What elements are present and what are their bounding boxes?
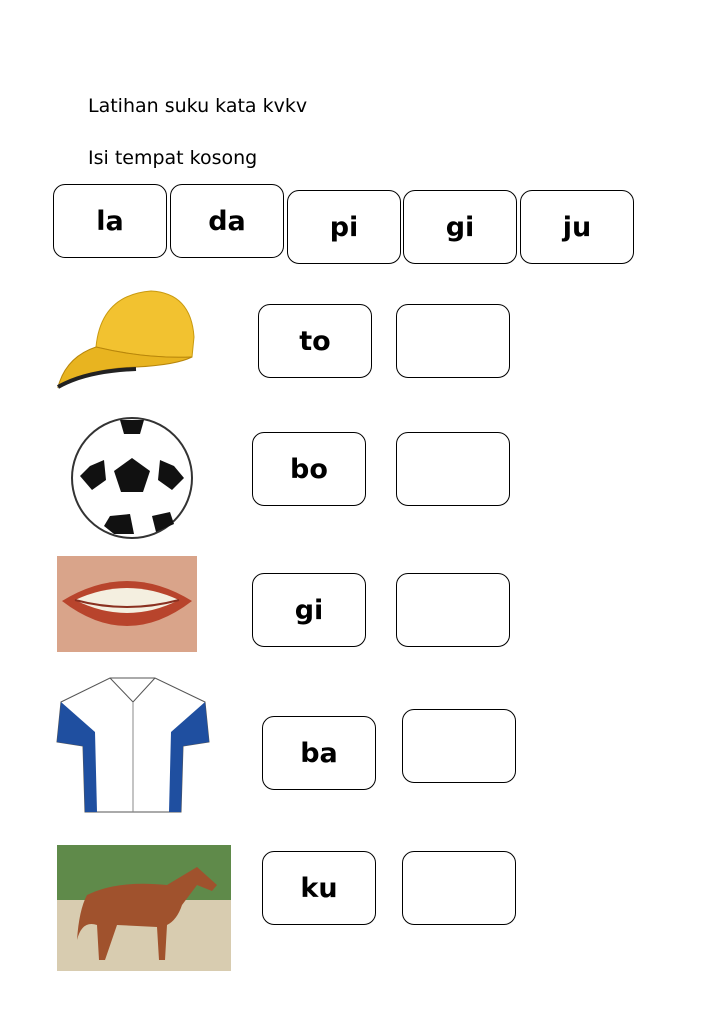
horse-image [57,845,231,971]
syllable-box: to [258,304,372,378]
answer-box[interactable] [402,851,516,925]
syllable-bank-item: la [53,184,167,258]
shirt-image [56,677,210,813]
worksheet-page: Latihan suku kata kvkv Isi tempat kosong… [0,0,728,1030]
answer-box[interactable] [396,304,510,378]
cap-image [57,290,195,389]
syllable-bank-item: gi [403,190,517,264]
syllable-bank-item: ju [520,190,634,264]
answer-box[interactable] [402,709,516,783]
syllable-box: bo [252,432,366,506]
syllable-box: ku [262,851,376,925]
syllable-bank-item: da [170,184,284,258]
worksheet-title: Latihan suku kata kvkv [88,95,308,117]
syllable-box: gi [252,573,366,647]
soccer-ball-image [71,417,193,539]
answer-box[interactable] [396,432,510,506]
syllable-box: ba [262,716,376,790]
syllable-bank-item: pi [287,190,401,264]
answer-box[interactable] [396,573,510,647]
teeth-image [57,556,197,652]
instruction: Isi tempat kosong [88,147,258,169]
